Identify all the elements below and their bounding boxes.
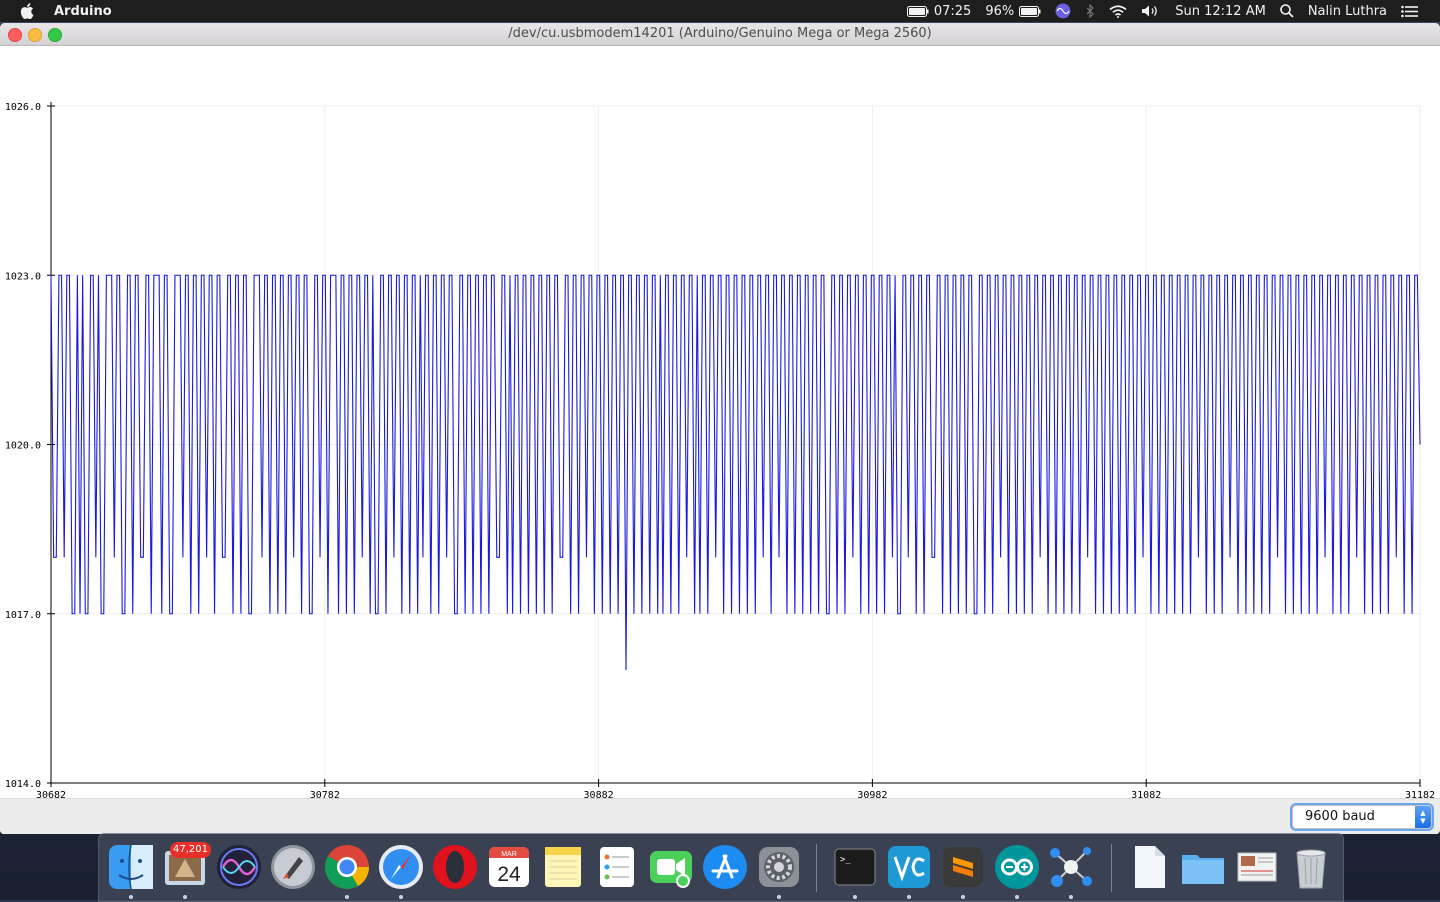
x-tick-label: 31182 xyxy=(1405,790,1435,798)
calendar-day: 24 xyxy=(497,863,521,886)
calendar-month: MAR xyxy=(501,851,517,858)
menu-app-name[interactable]: Arduino xyxy=(54,4,112,19)
search-icon xyxy=(1280,4,1294,18)
x-tick-label: 30682 xyxy=(36,790,66,798)
safari-icon[interactable] xyxy=(377,843,425,891)
plotter-footer: 9600 baud ▲ ▼ xyxy=(0,798,1440,834)
baud-rate-value: 9600 baud xyxy=(1305,809,1375,824)
notification-center-menu-item[interactable] xyxy=(1401,5,1418,18)
mail-unread-badge: 47,201 xyxy=(170,842,211,858)
battery-percent-status[interactable]: 96% xyxy=(985,4,1041,19)
clock[interactable]: Sun 12:12 AM xyxy=(1175,4,1266,19)
battery-percent: 96% xyxy=(985,3,1015,19)
x-tick-label: 30882 xyxy=(584,790,614,798)
dock: MAR 24 >_ xyxy=(98,833,1344,902)
datetime-label: Sun 12:12 AM xyxy=(1175,3,1266,19)
trash-icon[interactable] xyxy=(1287,843,1335,891)
y-tick-label: 1023.0 xyxy=(5,271,41,282)
x-tick-label: 30982 xyxy=(857,790,887,798)
chrome-icon[interactable] xyxy=(323,843,371,891)
user-name: Nalin Luthra xyxy=(1307,3,1387,19)
apple-menu-icon[interactable] xyxy=(20,3,34,19)
serial-plot-chart: 1014.0 1017.0 1020.0 1023.0 1026.0 30682 30782… xyxy=(5,102,1435,798)
molecule-app-icon[interactable] xyxy=(1047,843,1095,891)
volume-icon xyxy=(1142,5,1158,17)
battery-icon xyxy=(906,5,929,17)
x-tick-label: 30782 xyxy=(310,790,340,798)
facetime-icon[interactable] xyxy=(647,843,695,891)
y-tick-label: 1017.0 xyxy=(5,610,41,621)
wifi-icon xyxy=(1109,4,1127,18)
sublime-text-icon[interactable] xyxy=(939,843,987,891)
siri-icon[interactable] xyxy=(215,843,263,891)
serial-plotter-window: /dev/cu.usbmodem14201 (Arduino/Genuino M… xyxy=(0,23,1440,834)
y-tick-label: 1020.0 xyxy=(5,441,41,452)
battery-status[interactable]: 07:25 xyxy=(906,3,972,19)
opera-icon[interactable] xyxy=(431,843,479,891)
battery-time: 07:25 xyxy=(933,3,972,19)
system-preferences-icon[interactable] xyxy=(755,843,803,891)
wifi-menu-item[interactable] xyxy=(1109,4,1127,18)
dock-separator xyxy=(816,844,817,892)
siri-icon xyxy=(1055,3,1071,19)
window-title: /dev/cu.usbmodem14201 (Arduino/Genuino M… xyxy=(508,26,932,41)
baud-rate-select[interactable]: 9600 baud ▲ ▼ xyxy=(1292,805,1432,829)
window-titlebar[interactable]: /dev/cu.usbmodem14201 (Arduino/Genuino M… xyxy=(0,23,1440,46)
bluetooth-menu-item[interactable] xyxy=(1085,4,1095,18)
folder-icon[interactable] xyxy=(1179,843,1227,891)
arduino-icon[interactable] xyxy=(993,843,1041,891)
calendar-icon[interactable]: MAR 24 xyxy=(485,843,533,891)
data-series-line xyxy=(50,274,1421,671)
app-store-icon[interactable] xyxy=(701,843,749,891)
document-icon[interactable] xyxy=(1125,843,1173,891)
plot-area: 1014.0 1017.0 1020.0 1023.0 1026.0 30682 30782… xyxy=(0,46,1440,798)
dock-separator xyxy=(1111,844,1112,892)
x-tick-label: 31082 xyxy=(1131,790,1161,798)
vnc-viewer-icon[interactable] xyxy=(885,843,933,891)
notes-icon[interactable] xyxy=(539,843,587,891)
battery-icon xyxy=(1019,5,1041,17)
reminders-icon[interactable] xyxy=(593,843,641,891)
y-tick-label: 1014.0 xyxy=(5,779,41,790)
y-tick-label: 1026.0 xyxy=(5,102,41,113)
siri-menu-item[interactable] xyxy=(1055,3,1071,19)
svg-text:>_: >_ xyxy=(840,855,851,865)
preview-stack-icon[interactable] xyxy=(1233,843,1281,891)
menu-bar: Arduino 07:25 96% Sun 12:12 AM Nalin Lut… xyxy=(0,0,1440,22)
launchpad-icon[interactable] xyxy=(269,843,317,891)
spotlight-menu-item[interactable] xyxy=(1280,4,1294,18)
bluetooth-icon xyxy=(1086,4,1095,18)
finder-icon[interactable] xyxy=(107,843,155,891)
terminal-icon[interactable]: >_ xyxy=(831,843,879,891)
user-menu-item[interactable]: Nalin Luthra xyxy=(1308,4,1387,19)
volume-menu-item[interactable] xyxy=(1141,4,1161,18)
list-icon xyxy=(1401,5,1418,17)
select-arrows-icon: ▲ ▼ xyxy=(1415,806,1431,828)
